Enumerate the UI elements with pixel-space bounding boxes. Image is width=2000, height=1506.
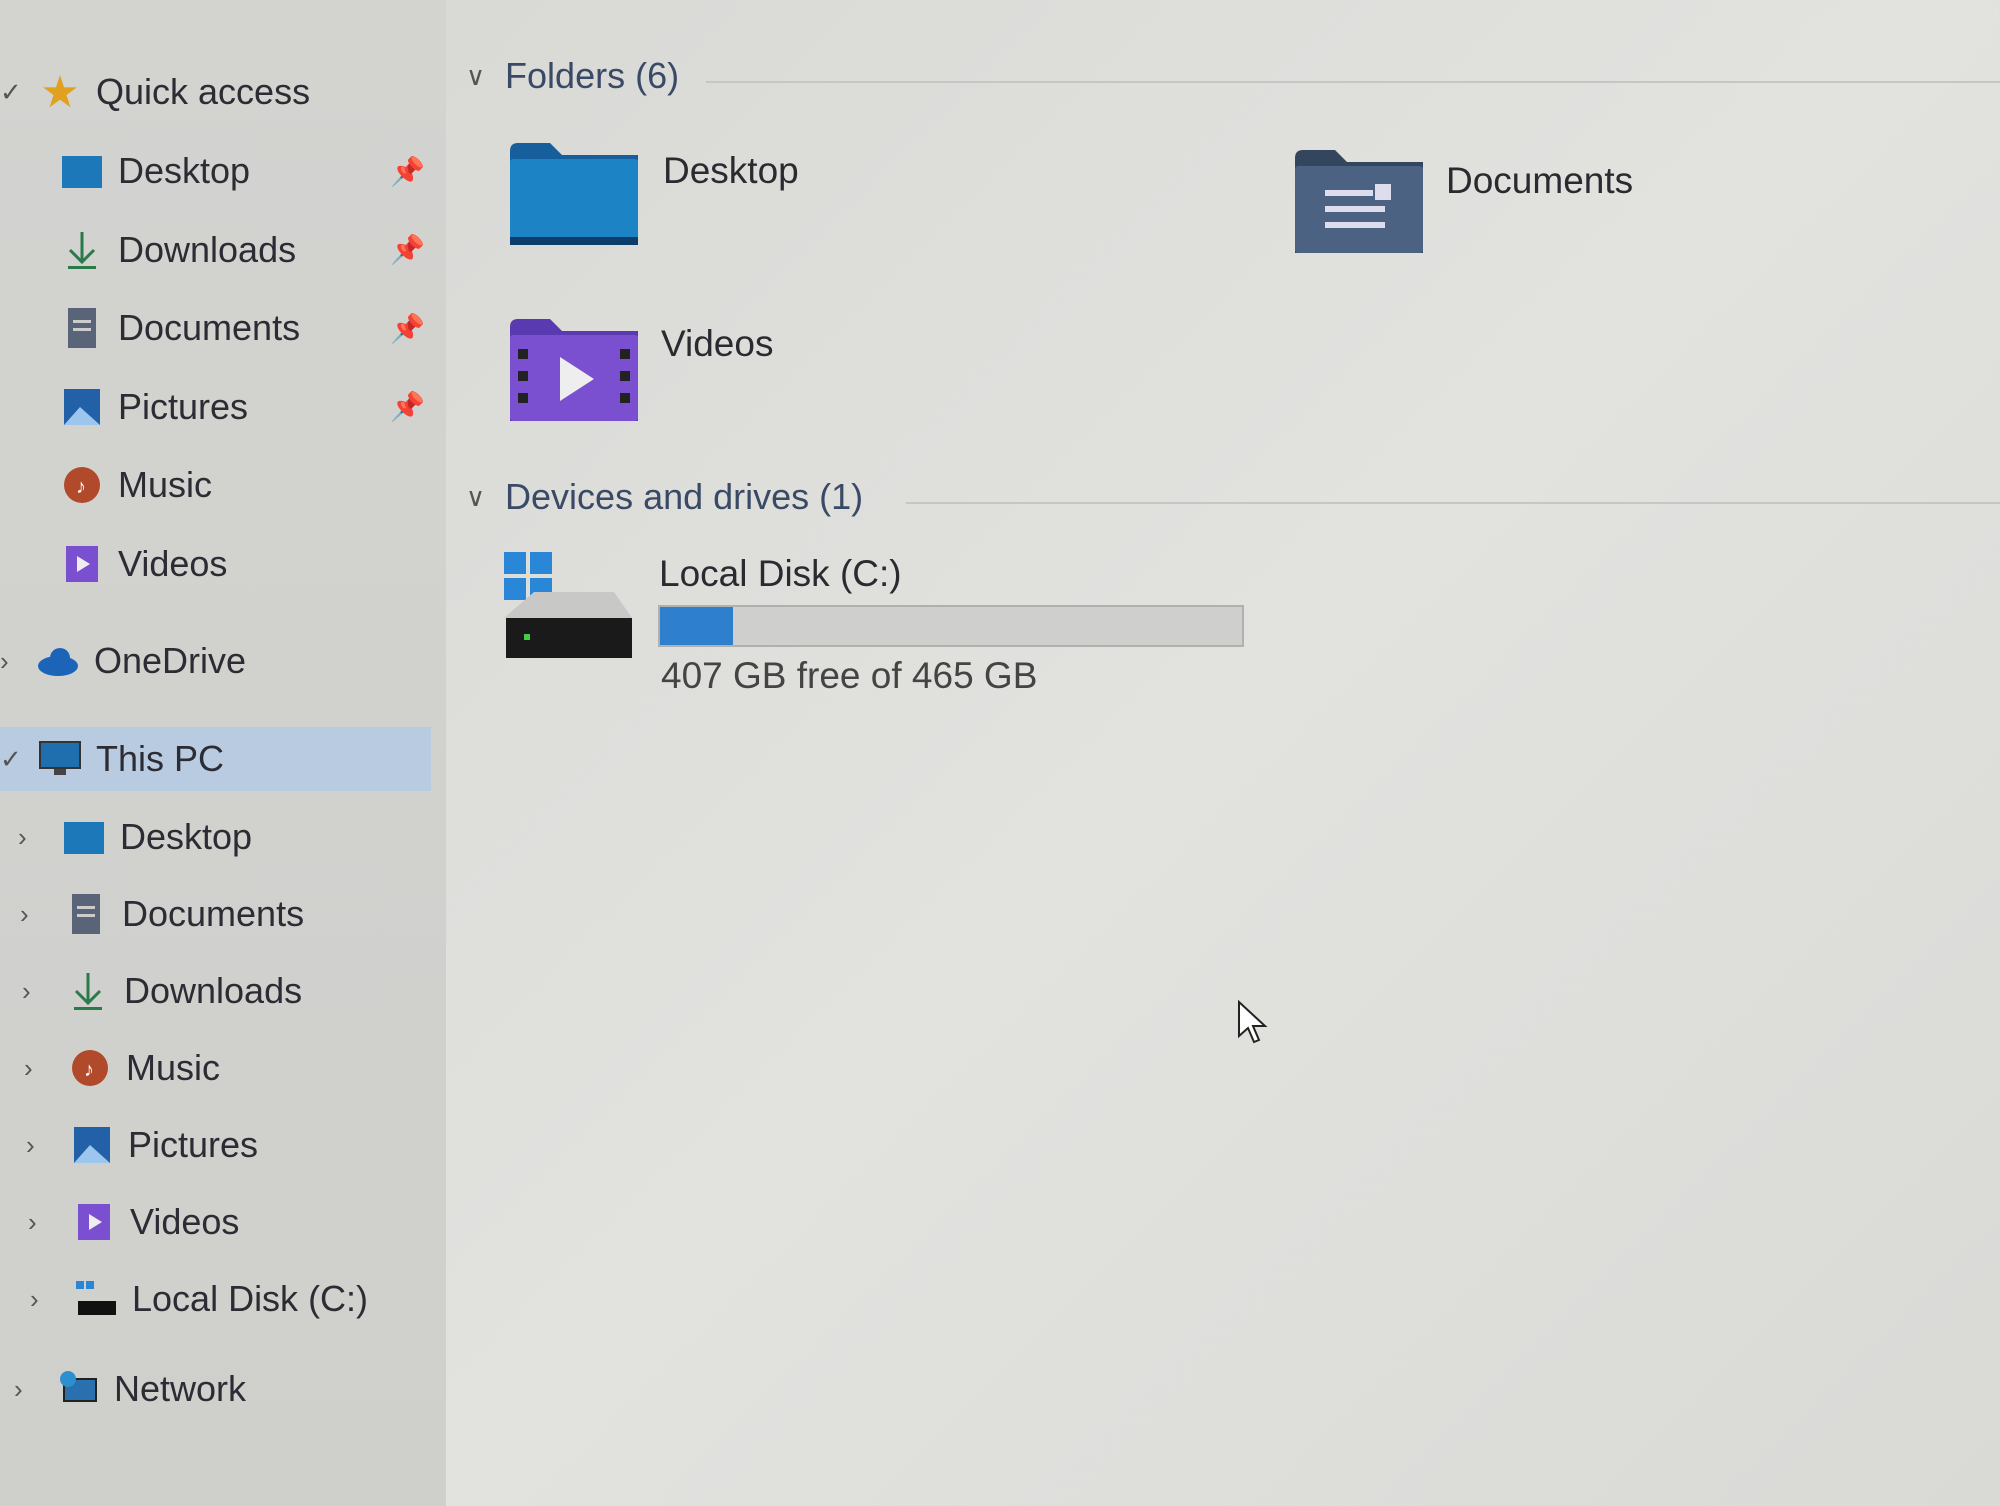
navigation-pane: ✓ ★ Quick access Desktop 📌 Downloads 📌 Docum… xyxy=(0,0,446,1506)
mouse-cursor-icon xyxy=(1238,1000,1268,1044)
download-icon xyxy=(60,228,104,272)
chevron-right-icon[interactable]: › xyxy=(24,1053,33,1084)
star-icon: ★ xyxy=(40,67,80,117)
sidebar-item-documents[interactable]: › Documents xyxy=(0,882,304,946)
chevron-right-icon[interactable]: › xyxy=(18,822,27,853)
chevron-down-icon[interactable]: ✓ xyxy=(0,744,22,775)
chevron-right-icon[interactable]: › xyxy=(14,1374,23,1405)
sidebar-item-downloads[interactable]: Downloads 📌 xyxy=(0,218,425,282)
sidebar-item-videos[interactable]: Videos xyxy=(0,532,227,596)
documents-icon xyxy=(64,892,108,936)
label: Pictures xyxy=(128,1124,259,1165)
sidebar-item-videos[interactable]: › Videos xyxy=(0,1190,239,1254)
pin-icon[interactable]: 📌 xyxy=(390,312,425,345)
sidebar-item-desktop[interactable]: › Desktop xyxy=(0,805,252,869)
label: Quick access xyxy=(96,71,311,112)
label: Downloads xyxy=(124,970,303,1011)
section-title: Folders (6) xyxy=(505,55,680,96)
monitor-icon xyxy=(38,737,82,781)
download-icon xyxy=(66,969,110,1013)
sidebar-item-onedrive[interactable]: › OneDrive xyxy=(0,629,246,693)
videos-icon xyxy=(60,542,104,586)
svg-text:♪: ♪ xyxy=(84,1059,94,1081)
chevron-right-icon[interactable]: › xyxy=(0,646,9,677)
chevron-right-icon[interactable]: › xyxy=(22,976,31,1007)
chevron-right-icon[interactable]: › xyxy=(30,1284,39,1315)
drives-section-header[interactable]: ∨ Devices and drives (1) xyxy=(466,476,2000,518)
pictures-icon xyxy=(60,385,104,429)
pin-icon[interactable]: 📌 xyxy=(390,233,425,266)
drive-icon xyxy=(74,1277,118,1321)
label: Network xyxy=(114,1368,247,1409)
drive-usage-fill xyxy=(660,607,733,645)
chevron-right-icon[interactable]: › xyxy=(26,1130,35,1161)
label: Desktop xyxy=(120,816,253,857)
pictures-icon xyxy=(70,1123,114,1167)
desktop-folder-icon xyxy=(510,143,638,245)
documents-folder-icon xyxy=(1295,150,1423,253)
label: Videos xyxy=(130,1201,240,1242)
network-icon xyxy=(56,1367,100,1411)
label: Local Disk (C:) xyxy=(132,1278,369,1319)
label: Pictures xyxy=(118,385,249,427)
sidebar-item-documents[interactable]: Documents 📌 xyxy=(0,296,425,360)
sidebar-item-music[interactable]: › ♪ Music xyxy=(0,1036,220,1100)
folders-section-header[interactable]: ∨ Folders (6) xyxy=(466,55,2000,97)
desktop-folder-icon xyxy=(62,815,106,859)
drive-icon xyxy=(504,552,632,658)
desktop-folder-icon xyxy=(60,149,104,193)
sidebar-item-pictures[interactable]: Pictures 📌 xyxy=(0,375,425,439)
pin-icon[interactable]: 📌 xyxy=(390,155,425,188)
sidebar-item-pictures[interactable]: › Pictures xyxy=(0,1113,258,1177)
documents-icon xyxy=(60,306,104,350)
folder-label: Documents xyxy=(1446,160,1634,201)
chevron-right-icon[interactable]: › xyxy=(28,1207,37,1238)
sidebar-item-network[interactable]: › Network xyxy=(0,1357,246,1421)
label: Desktop xyxy=(118,150,251,191)
videos-folder-icon xyxy=(510,319,638,421)
chevron-down-icon: ∨ xyxy=(466,60,486,91)
drive-label: Local Disk (C:) xyxy=(659,553,902,594)
label: Documents xyxy=(122,893,305,934)
chevron-down-icon: ∨ xyxy=(466,481,486,512)
music-icon: ♪ xyxy=(60,463,104,507)
cloud-icon xyxy=(36,639,80,683)
section-title: Devices and drives (1) xyxy=(505,476,864,517)
sidebar-item-downloads[interactable]: › Downloads xyxy=(0,959,302,1023)
music-icon: ♪ xyxy=(68,1046,112,1090)
drive-usage-bar xyxy=(658,605,1244,647)
videos-icon xyxy=(72,1200,116,1244)
label: Videos xyxy=(118,542,228,584)
label: This PC xyxy=(96,738,225,779)
svg-text:♪: ♪ xyxy=(76,476,86,498)
label: Documents xyxy=(118,307,301,348)
sidebar-item-music[interactable]: ♪ Music xyxy=(0,453,212,517)
sidebar-item-desktop[interactable]: Desktop 📌 xyxy=(0,139,425,203)
pin-icon[interactable]: 📌 xyxy=(390,390,425,423)
divider xyxy=(906,502,2000,504)
chevron-right-icon[interactable]: › xyxy=(20,899,29,930)
sidebar-item-local-disk-c[interactable]: › Local Disk (C:) xyxy=(0,1267,368,1331)
folder-label: Desktop xyxy=(663,150,799,191)
divider xyxy=(706,81,2000,83)
label: Music xyxy=(118,464,213,505)
label: OneDrive xyxy=(94,640,247,681)
label: Music xyxy=(126,1047,221,1088)
drive-free-space: 407 GB free of 465 GB xyxy=(661,655,1038,696)
folder-label: Videos xyxy=(661,323,774,364)
label: Downloads xyxy=(118,228,297,270)
sidebar-item-this-pc[interactable]: ✓ This PC xyxy=(0,727,431,791)
chevron-down-icon[interactable]: ✓ xyxy=(0,77,22,108)
sidebar-item-quick-access[interactable]: ✓ ★ Quick access xyxy=(0,60,310,124)
